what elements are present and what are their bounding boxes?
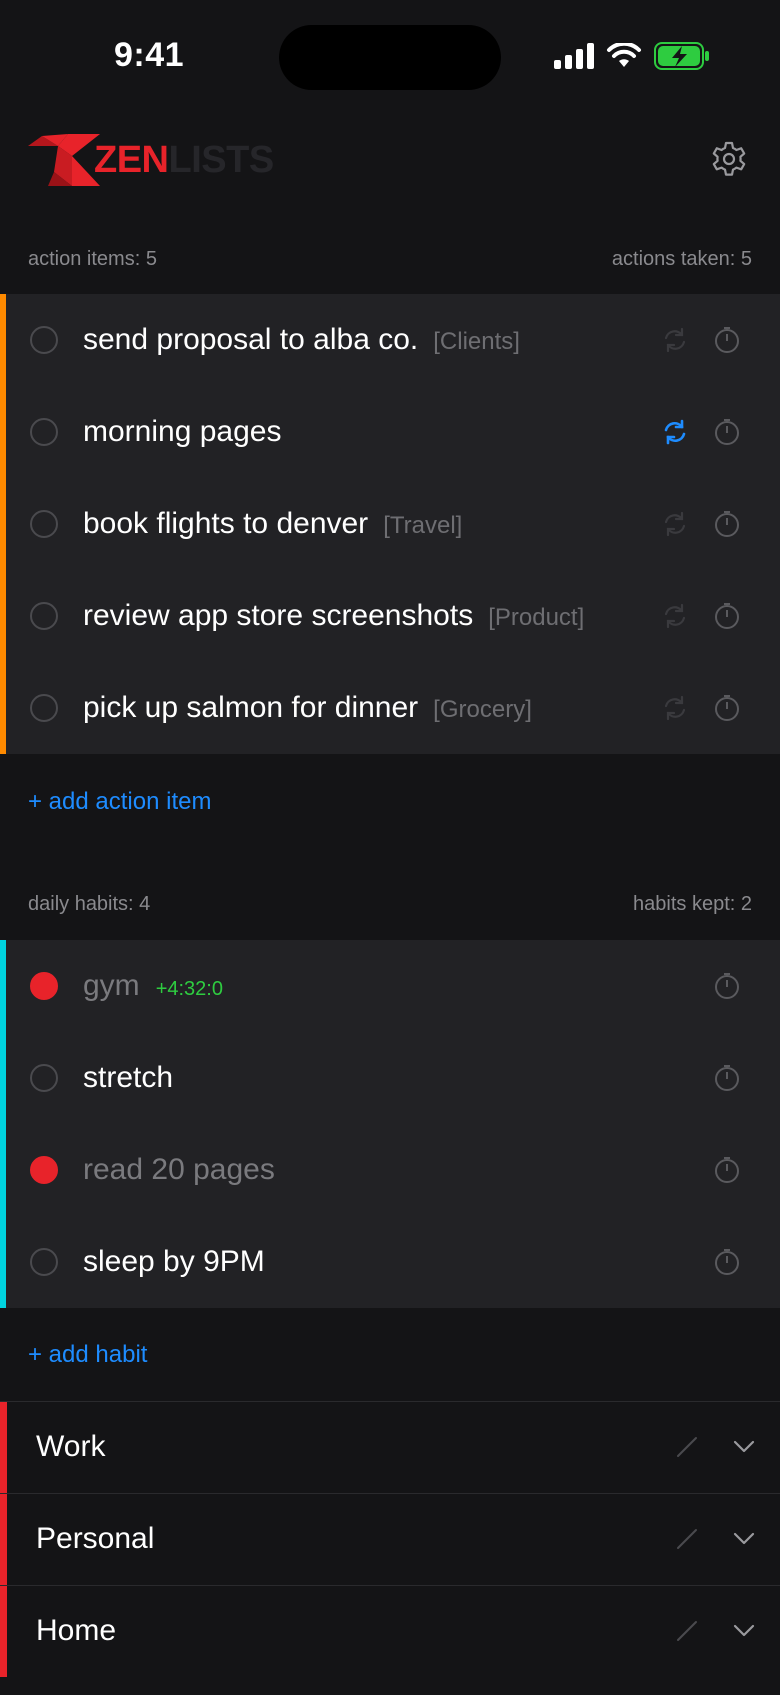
action-item-row[interactable]: send proposal to alba co. [Clients] <box>0 294 780 386</box>
folder-name: Personal <box>36 1522 155 1555</box>
logo-lists-text: LISTS <box>168 138 275 181</box>
habit-timer-badge: +4:32:0 <box>155 978 223 1000</box>
stopwatch-icon[interactable] <box>713 972 741 1000</box>
stopwatch-icon[interactable] <box>713 326 741 354</box>
habit-row[interactable]: read 20 pages <box>0 1124 780 1216</box>
action-item-tag: [Clients] <box>433 328 520 355</box>
logo-zen-text: ZEN <box>94 138 169 181</box>
action-item-checkbox[interactable] <box>30 602 58 630</box>
folder-personal[interactable]: Personal <box>0 1493 780 1585</box>
settings-gear-icon[interactable] <box>710 140 748 178</box>
chevron-down-icon[interactable] <box>733 1622 755 1640</box>
add-action-item-link[interactable]: + add action item <box>28 788 211 816</box>
action-item-checkbox[interactable] <box>30 510 58 538</box>
folder-name: Home <box>36 1614 117 1647</box>
repeat-icon[interactable] <box>660 601 690 631</box>
zenlists-logo: ZENLISTS <box>28 132 274 188</box>
actions-taken-count: actions taken: 5 <box>611 248 752 270</box>
wifi-icon <box>607 43 641 67</box>
habit-checkbox[interactable] <box>30 1064 58 1092</box>
status-bar: 9:41 <box>0 0 780 112</box>
action-item-tag: [Travel] <box>383 512 463 539</box>
action-item-row[interactable]: morning pages <box>0 386 780 478</box>
dynamic-island <box>279 25 501 90</box>
stopwatch-icon[interactable] <box>713 1156 741 1184</box>
folder-accent-bar <box>0 1586 7 1677</box>
chevron-down-icon[interactable] <box>733 1530 755 1548</box>
action-items-list: send proposal to alba co. [Clients] morn… <box>0 294 780 754</box>
habit-title: stretch <box>83 1061 174 1094</box>
stopwatch-icon[interactable] <box>713 418 741 446</box>
habits-kept-count: habits kept: 2 <box>633 893 752 915</box>
battery-charging-icon <box>654 42 709 70</box>
stopwatch-icon[interactable] <box>713 1064 741 1092</box>
action-item-checkbox[interactable] <box>30 694 58 722</box>
action-item-tag: [Product] <box>488 604 585 631</box>
folder-accent-bar <box>0 1402 7 1493</box>
repeat-icon[interactable] <box>660 693 690 723</box>
chevron-down-icon[interactable] <box>733 1438 755 1456</box>
edit-pencil-icon[interactable] <box>676 1528 698 1550</box>
action-item-row[interactable]: book flights to denver [Travel] <box>0 478 780 570</box>
action-item-row[interactable]: review app store screenshots [Product] <box>0 570 780 662</box>
stopwatch-icon[interactable] <box>713 602 741 630</box>
folder-name: Work <box>36 1430 106 1463</box>
habits-list: gym +4:32:0 stretch read 20 pages sleep … <box>0 940 780 1308</box>
cellular-signal-icon <box>554 43 594 69</box>
habit-title: read 20 pages <box>83 1153 275 1186</box>
habit-checkbox-checked[interactable] <box>30 972 58 1000</box>
habit-title: sleep by 9PM <box>83 1245 265 1278</box>
stopwatch-icon[interactable] <box>713 510 741 538</box>
stopwatch-icon[interactable] <box>713 1248 741 1276</box>
habits-summary: daily habits: 4 habits kept: 2 <box>28 893 752 916</box>
action-item-row[interactable]: pick up salmon for dinner [Grocery] <box>0 662 780 754</box>
edit-pencil-icon[interactable] <box>676 1436 698 1458</box>
action-item-title: book flights to denver <box>83 507 369 540</box>
action-item-checkbox[interactable] <box>30 418 58 446</box>
folder-accent-bar <box>0 1494 7 1585</box>
habit-checkbox[interactable] <box>30 1248 58 1276</box>
repeat-icon[interactable] <box>660 325 690 355</box>
edit-pencil-icon[interactable] <box>676 1620 698 1642</box>
action-item-tag: [Grocery] <box>433 696 532 723</box>
status-time: 9:41 <box>114 36 185 74</box>
status-icons <box>554 42 710 70</box>
action-item-checkbox[interactable] <box>30 326 58 354</box>
habit-row[interactable]: sleep by 9PM <box>0 1216 780 1308</box>
habit-row[interactable]: stretch <box>0 1032 780 1124</box>
action-item-title: send proposal to alba co. <box>83 323 419 356</box>
folder-home[interactable]: Home <box>0 1585 780 1677</box>
repeat-icon-active[interactable] <box>660 417 690 447</box>
action-item-title: review app store screenshots <box>83 599 474 632</box>
action-item-title: morning pages <box>83 415 282 448</box>
daily-habits-count: daily habits: 4 <box>28 893 151 915</box>
habit-row[interactable]: gym +4:32:0 <box>0 940 780 1032</box>
action-item-title: pick up salmon for dinner <box>83 691 419 724</box>
habit-title: gym <box>83 969 140 1002</box>
folder-work[interactable]: Work <box>0 1401 780 1493</box>
action-items-count: action items: 5 <box>28 248 157 270</box>
stopwatch-icon[interactable] <box>713 694 741 722</box>
add-habit-link[interactable]: + add habit <box>28 1341 147 1369</box>
origami-bird-icon <box>28 134 100 186</box>
habit-checkbox-checked[interactable] <box>30 1156 58 1184</box>
action-items-summary: action items: 5 actions taken: 5 <box>28 248 752 271</box>
repeat-icon[interactable] <box>660 509 690 539</box>
